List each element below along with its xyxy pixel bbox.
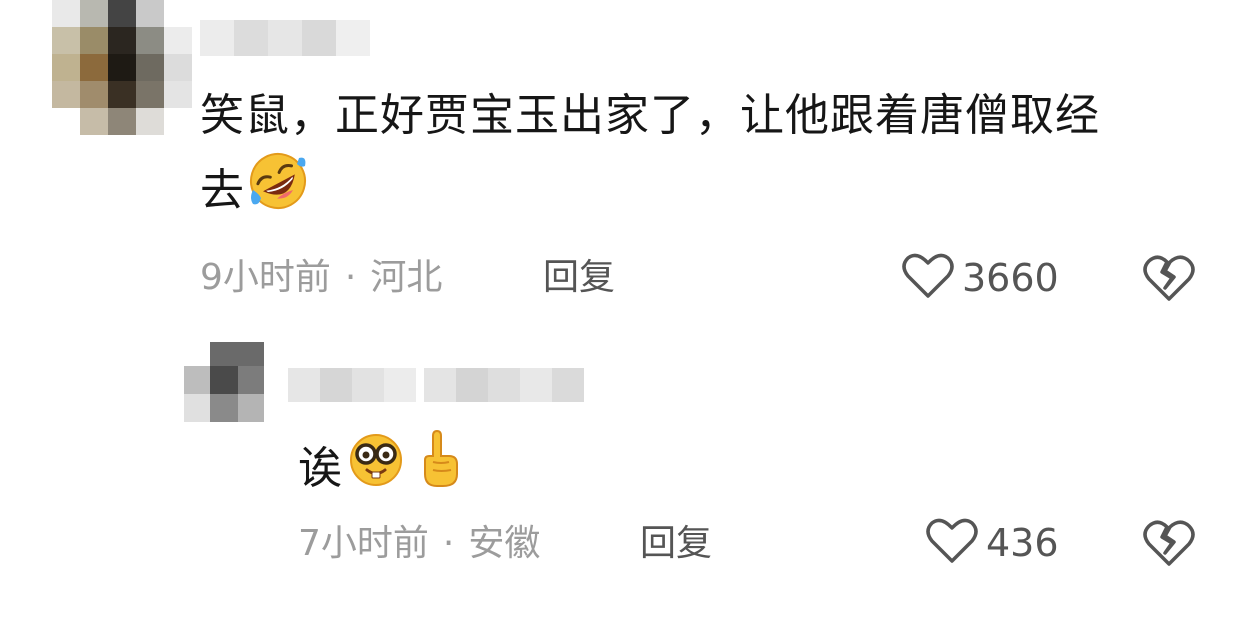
avatar[interactable] [184, 342, 264, 422]
reply-button[interactable]: 回复 [640, 524, 712, 564]
like-button[interactable]: 436 [926, 517, 1059, 569]
reply-button[interactable]: 回复 [543, 258, 615, 298]
dislike-broken-heart-icon[interactable] [1142, 519, 1196, 571]
comment-meta: 7小时前 · 安徽 [298, 524, 540, 564]
dislike-broken-heart-icon[interactable] [1142, 254, 1196, 306]
timestamp: 9小时前 [200, 257, 331, 298]
comment-text: 笑鼠，正好贾宝玉出家了，让他跟着唐僧取经 去 [200, 82, 1220, 232]
comment-meta: 9小时前 · 河北 [200, 258, 442, 298]
rolling-on-floor-laughing-icon [247, 150, 309, 232]
nerd-face-icon [347, 430, 405, 508]
username[interactable] [288, 368, 628, 402]
index-pointing-up-icon [415, 429, 465, 508]
heart-icon [902, 252, 954, 304]
location: 河北 [370, 257, 443, 298]
comment-text: 诶 [298, 429, 465, 508]
heart-icon [926, 517, 978, 569]
timestamp: 7小时前 [298, 523, 429, 564]
comment-text-line-1: 笑鼠，正好贾宝玉出家了，让他跟着唐僧取经 [200, 90, 1100, 141]
comment-text-line-2: 去 [200, 150, 1220, 232]
like-count: 436 [986, 521, 1059, 565]
location: 安徽 [468, 523, 541, 564]
avatar[interactable] [52, 0, 192, 135]
username[interactable] [200, 20, 400, 56]
like-count: 3660 [962, 256, 1059, 300]
like-button[interactable]: 3660 [902, 252, 1059, 304]
separator: · [442, 523, 455, 564]
separator: · [344, 257, 357, 298]
